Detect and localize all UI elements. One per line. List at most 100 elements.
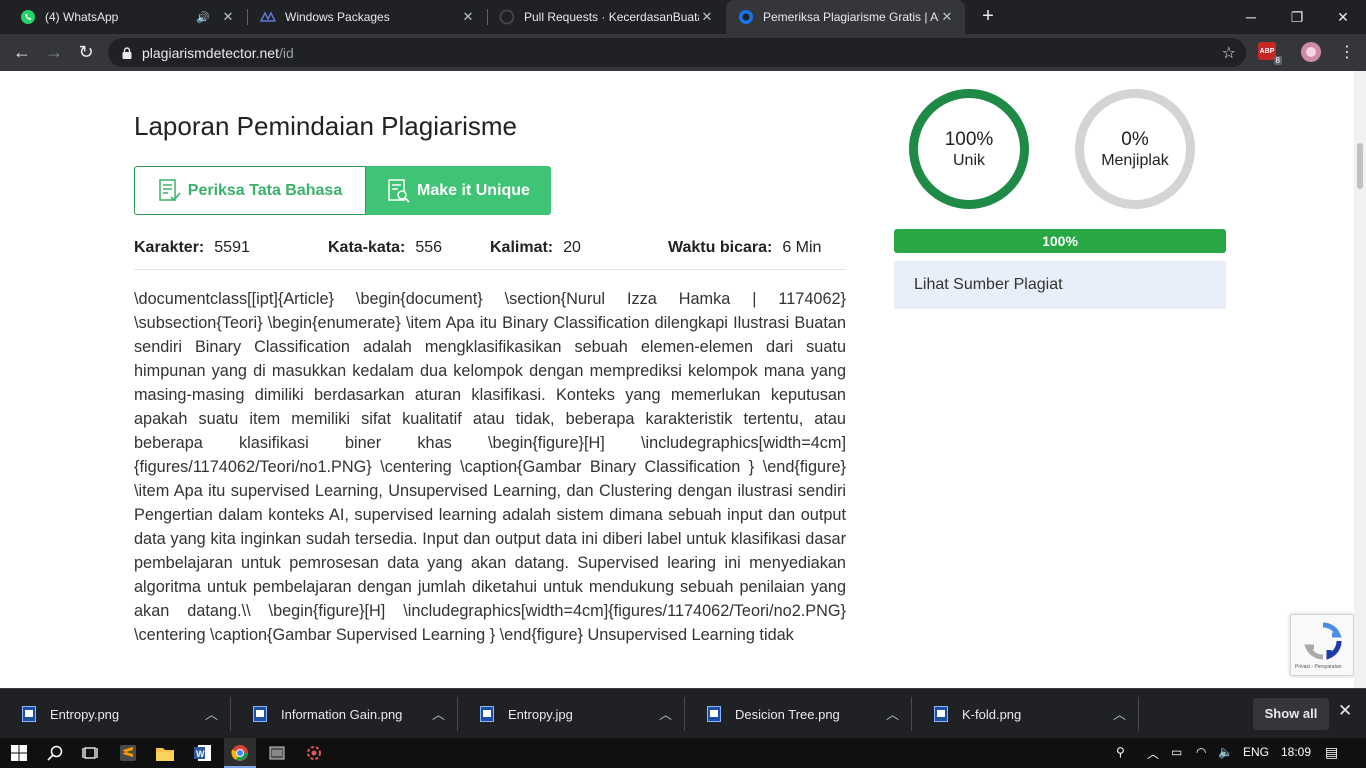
- tab-title: Pemeriksa Plagiarisme Gratis | Akurat: [763, 10, 939, 24]
- settings-gear-icon[interactable]: [304, 743, 324, 763]
- image-file-icon: [253, 706, 267, 722]
- stat-words: Kata-kata: 556: [328, 239, 443, 256]
- close-tab-icon[interactable]: ✕: [220, 9, 236, 25]
- divider: [134, 269, 846, 270]
- close-tab-icon[interactable]: ✕: [460, 9, 476, 25]
- windows-taskbar: W ⚲ ︿ ▭ ◠ 🔈 ENG 18:09 ▤: [0, 738, 1366, 768]
- github-icon: [499, 9, 515, 25]
- image-file-icon: [707, 706, 721, 722]
- make-unique-button[interactable]: Make it Unique: [366, 166, 551, 215]
- close-window-button[interactable]: ✕: [1320, 0, 1366, 34]
- sublime-text-icon[interactable]: [118, 743, 138, 763]
- tab-title: Windows Packages: [285, 10, 390, 24]
- download-item[interactable]: K-fold.png ︿: [912, 689, 1138, 739]
- recaptcha-links[interactable]: Privasi - Persyaratan: [1295, 664, 1341, 670]
- wifi-icon[interactable]: ◠: [1196, 745, 1206, 759]
- whatsapp-icon: [20, 9, 36, 25]
- text-stats: Karakter: 5591 Kata-kata: 556 Kalimat: 20 W…: [134, 239, 846, 261]
- forward-button[interactable]: →: [40, 38, 68, 66]
- recaptcha-badge[interactable]: Privasi - Persyaratan: [1290, 614, 1354, 676]
- chevron-up-icon[interactable]: ︿: [886, 704, 899, 723]
- unique-label: Unik: [952, 151, 985, 169]
- chevron-up-icon[interactable]: ︿: [1113, 704, 1126, 723]
- tab-pull-requests[interactable]: Pull Requests · KecerdasanBuatan ✕: [487, 0, 725, 34]
- windows-packages-icon: [260, 9, 276, 25]
- chevron-up-icon[interactable]: ︿: [205, 704, 218, 723]
- url-domain: plagiarismdetector.net: [142, 44, 279, 61]
- make-unique-label: Make it Unique: [417, 181, 530, 199]
- microsoft-word-icon[interactable]: W: [193, 743, 213, 763]
- action-buttons: Periksa Tata Bahasa Make it Unique: [134, 166, 551, 215]
- close-tab-icon[interactable]: ✕: [699, 9, 715, 25]
- language-indicator[interactable]: ENG: [1243, 745, 1269, 759]
- grammar-check-label: Periksa Tata Bahasa: [187, 181, 343, 199]
- image-file-icon: [22, 706, 36, 722]
- site-icon: [738, 9, 754, 25]
- close-downloads-icon[interactable]: ✕: [1338, 701, 1352, 721]
- page-scrollbar[interactable]: [1354, 71, 1366, 688]
- image-file-icon: [934, 706, 948, 722]
- file-explorer-icon[interactable]: [155, 743, 175, 763]
- windows-start-icon[interactable]: [9, 743, 29, 763]
- download-filename: Entropy.png: [50, 706, 120, 722]
- view-sources-button[interactable]: Lihat Sumber Plagiat: [894, 261, 1226, 309]
- stat-characters: Karakter: 5591: [134, 239, 250, 256]
- tab-whatsapp[interactable]: (4) WhatsApp 🔊 ✕: [8, 0, 246, 34]
- recaptcha-icon: [1304, 622, 1342, 660]
- profile-avatar[interactable]: [1301, 42, 1321, 62]
- show-all-downloads-button[interactable]: Show all: [1253, 698, 1329, 730]
- download-filename: K-fold.png: [962, 706, 1022, 722]
- url-text: plagiarismdetector.net/id: [142, 45, 294, 61]
- tab-windows-packages[interactable]: Windows Packages ✕: [248, 0, 486, 34]
- document-check-icon: [159, 178, 181, 201]
- battery-icon[interactable]: ▭: [1171, 745, 1182, 759]
- download-item[interactable]: Information Gain.png ︿: [231, 689, 457, 739]
- tab-strip: (4) WhatsApp 🔊 ✕ Windows Packages ✕ Pull…: [0, 0, 1366, 34]
- search-icon[interactable]: [45, 743, 65, 763]
- download-filename: Entropy.jpg: [508, 706, 573, 722]
- notifications-icon[interactable]: ▤: [1325, 744, 1338, 761]
- clock[interactable]: 18:09: [1281, 745, 1311, 759]
- chevron-up-icon[interactable]: ︿: [659, 704, 672, 723]
- volume-icon[interactable]: 🔈: [1218, 745, 1233, 759]
- tab-plagiarism-checker[interactable]: Pemeriksa Plagiarisme Gratis | Akurat ✕: [726, 0, 965, 34]
- speaker-icon[interactable]: 🔊: [196, 11, 210, 24]
- grammar-check-button[interactable]: Periksa Tata Bahasa: [134, 166, 366, 215]
- stat-speaking-time: Waktu bicara: 6 Min: [668, 239, 822, 256]
- new-tab-button[interactable]: +: [976, 5, 1000, 29]
- reload-button[interactable]: ↻: [72, 38, 100, 66]
- adblock-extension-icon[interactable]: ABP 8: [1258, 42, 1282, 65]
- unique-percent: 100%: [944, 128, 994, 150]
- chevron-up-icon[interactable]: ︿: [1147, 745, 1159, 762]
- app-window-icon[interactable]: [267, 743, 287, 763]
- download-item[interactable]: Entropy.jpg ︿: [458, 689, 684, 739]
- plagiarized-percent: 0%: [1121, 128, 1149, 150]
- tab-title: Pull Requests · KecerdasanBuatan: [524, 10, 699, 24]
- scrollbar-thumb[interactable]: [1357, 143, 1363, 189]
- plagiarized-label: Menjiplak: [1101, 151, 1169, 169]
- downloads-bar: Entropy.png ︿ Information Gain.png ︿ Ent…: [0, 688, 1366, 738]
- bookmark-star-icon[interactable]: ☆: [1222, 43, 1236, 63]
- stat-sentences: Kalimat: 20: [490, 239, 581, 256]
- close-tab-icon[interactable]: ✕: [939, 9, 955, 25]
- url-path: /id: [278, 44, 294, 61]
- uniqueness-progress-bar: 100%: [894, 229, 1226, 253]
- back-button[interactable]: ←: [8, 38, 36, 66]
- restore-button[interactable]: ❐: [1274, 0, 1320, 34]
- scanned-text: \documentclass[[ipt]{Article} \begin{doc…: [134, 290, 846, 644]
- svg-text:W: W: [196, 749, 205, 759]
- lock-icon: [120, 46, 134, 60]
- people-icon[interactable]: ⚲: [1116, 745, 1125, 759]
- plagiarized-gauge: 0% Menjiplak: [1075, 89, 1195, 209]
- download-filename: Information Gain.png: [281, 706, 403, 722]
- address-bar[interactable]: plagiarismdetector.net/id ☆: [108, 38, 1246, 67]
- chrome-menu-icon[interactable]: ⋮: [1333, 38, 1361, 66]
- task-view-icon[interactable]: [80, 743, 100, 763]
- download-item[interactable]: Entropy.png ︿: [0, 689, 230, 739]
- download-item[interactable]: Desicion Tree.png ︿: [685, 689, 911, 739]
- download-filename: Desicion Tree.png: [735, 706, 840, 722]
- browser-toolbar: ← → ↻ plagiarismdetector.net/id ☆ ABP 8 …: [0, 34, 1366, 71]
- chevron-up-icon[interactable]: ︿: [432, 704, 445, 723]
- chrome-icon[interactable]: [230, 743, 250, 763]
- minimize-button[interactable]: ─: [1228, 0, 1274, 34]
